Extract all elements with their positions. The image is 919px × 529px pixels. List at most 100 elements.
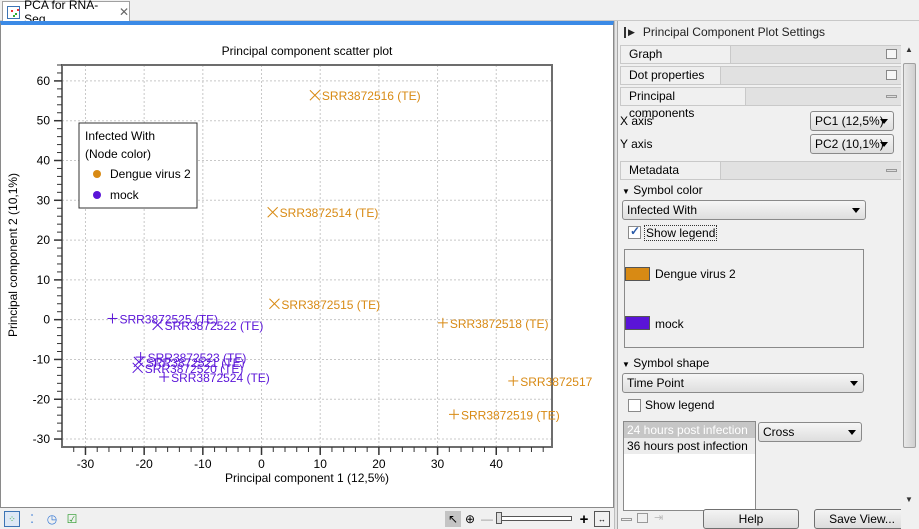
color-legend-label-mock: mock: [655, 317, 684, 331]
close-icon[interactable]: ✕: [119, 5, 129, 19]
chevron-down-icon: [850, 381, 858, 386]
legend-dot-mock: [93, 191, 101, 199]
symbol-shape-value: Time Point: [627, 376, 684, 390]
history-icon[interactable]: ◷: [44, 511, 60, 527]
show-legend-shape-label[interactable]: Show legend: [645, 398, 714, 412]
data-point[interactable]: SRR3872522 (TE): [152, 319, 264, 333]
scatter-plot-icon: [7, 5, 21, 19]
legend-dot-dengue: [93, 170, 101, 178]
zoom-in-tool-icon[interactable]: ⊕: [462, 511, 478, 527]
data-point[interactable]: SRR3872518 (TE): [437, 317, 549, 331]
section-label: Graph preferences: [621, 46, 731, 78]
x-tick-label: -20: [135, 457, 153, 471]
minimize-all-icon[interactable]: [621, 518, 632, 521]
point-label: SRR3872522 (TE): [165, 319, 264, 333]
pointer-tool-icon[interactable]: ↖: [445, 511, 461, 527]
y-axis-select[interactable]: PC2 (10,1%): [810, 134, 894, 154]
legend-title: Infected With: [85, 129, 155, 143]
help-button[interactable]: Help: [703, 509, 799, 529]
y-tick-label: 20: [37, 233, 51, 247]
panel-scrollbar[interactable]: ▲ ▼: [901, 43, 918, 529]
y-tick-label: 40: [37, 154, 51, 168]
show-legend-shape-checkbox[interactable]: [628, 399, 641, 412]
section-label: Principal components: [621, 88, 746, 120]
y-tick-label: -30: [33, 432, 51, 446]
axis-view-icon[interactable]: ⁚: [24, 511, 40, 527]
data-point[interactable]: SRR3872519 (TE): [449, 408, 560, 422]
expand-icon: ▼: [622, 360, 630, 369]
section-dot-properties[interactable]: Dot properties: [620, 66, 902, 85]
x-tick-label: 20: [372, 457, 386, 471]
data-point[interactable]: SRR3872524 (TE): [159, 371, 270, 385]
color-swatch-mock[interactable]: [625, 316, 650, 330]
folder-icon[interactable]: [886, 49, 897, 59]
section-label: Dot properties: [621, 67, 721, 84]
x-axis-label: Principal component 1 (12,5%): [225, 471, 389, 485]
chevron-down-icon: [852, 208, 860, 213]
save-view-button[interactable]: Save View...: [814, 509, 910, 529]
grid: [62, 65, 552, 447]
y-tick-label: 30: [37, 193, 51, 207]
shape-value: Cross: [763, 425, 795, 439]
x-tick-label: -30: [77, 457, 95, 471]
chevron-down-icon: [880, 119, 888, 124]
panel-header[interactable]: ▶ Principal Component Plot Settings: [618, 21, 919, 43]
fit-width-icon[interactable]: ↔: [594, 511, 610, 527]
y-axis-value: PC2 (10,1%): [815, 137, 884, 151]
section-metadata[interactable]: Metadata: [620, 161, 902, 180]
symbol-color-select[interactable]: Infected With: [622, 200, 866, 220]
color-swatch-dengue[interactable]: [625, 267, 650, 281]
point-label: SRR3872524 (TE): [171, 371, 270, 385]
shape-select[interactable]: Cross: [758, 422, 862, 442]
tab-bar: PCA for RNA-Seq ✕: [0, 0, 919, 26]
list-item[interactable]: 24 hours post infection: [624, 422, 755, 438]
y-tick-label: 50: [37, 114, 51, 128]
point-label: SRR3872517: [520, 375, 592, 389]
zoom-slider[interactable]: [498, 516, 572, 521]
minimize-icon[interactable]: [886, 95, 897, 98]
zoom-out-icon[interactable]: —: [479, 511, 495, 527]
zoom-slider-handle[interactable]: [496, 512, 502, 524]
dock-icon[interactable]: ⇥: [654, 511, 663, 524]
validate-icon[interactable]: ☑: [64, 511, 80, 527]
show-legend-color-label[interactable]: Show legend: [644, 225, 718, 241]
x-axis-select[interactable]: PC1 (12,5%): [810, 111, 894, 131]
y-axis-label: Y axis: [620, 137, 653, 151]
y-tick-label: 60: [37, 74, 51, 88]
section-label: Metadata: [621, 162, 721, 179]
point-label: SRR3872519 (TE): [461, 408, 560, 422]
minimize-icon[interactable]: [886, 169, 897, 172]
tab-pca-for-rna-seq[interactable]: PCA for RNA-Seq ✕: [2, 0, 130, 26]
folder-icon[interactable]: [886, 70, 897, 80]
data-point[interactable]: SRR3872517: [508, 375, 593, 389]
scroll-up-icon[interactable]: ▲: [905, 45, 913, 54]
zoom-plus-icon[interactable]: +: [576, 511, 592, 528]
scroll-thumb[interactable]: [903, 63, 916, 448]
symbol-color-label: Symbol color: [633, 183, 703, 197]
time-point-list[interactable]: 24 hours post infection 36 hours post in…: [623, 421, 756, 511]
section-principal-components[interactable]: Principal components: [620, 87, 902, 120]
section-graph-preferences[interactable]: Graph preferences: [620, 45, 902, 78]
x-tick-label: 40: [490, 457, 504, 471]
x-tick-label: -10: [194, 457, 212, 471]
symbol-shape-select[interactable]: Time Point: [622, 373, 864, 393]
data-point[interactable]: SRR3872516 (TE): [309, 89, 421, 103]
collapse-panel-icon[interactable]: ▶: [624, 26, 635, 38]
plot-frame: [61, 64, 553, 448]
scroll-down-icon[interactable]: ▼: [905, 495, 913, 504]
list-item[interactable]: 36 hours post infection: [624, 438, 755, 454]
data-point[interactable]: SRR3872514 (TE): [267, 206, 379, 220]
y-tick-label: -20: [33, 392, 51, 406]
x-tick-label: 10: [314, 457, 328, 471]
symbol-color-header[interactable]: ▼ Symbol color: [622, 183, 703, 197]
scatter-plot: -30 -20 -10 0 10 20 30 40 -30 -20 -10 0 10 20 30 40 50 60…: [6, 44, 593, 485]
data-point[interactable]: SRR3872515 (TE): [269, 298, 380, 312]
scatter-view-icon[interactable]: ⁘: [4, 511, 20, 527]
folder-all-icon[interactable]: [637, 513, 648, 523]
chart-title: Principal component scatter plot: [222, 44, 393, 58]
point-label: SRR3872515 (TE): [281, 298, 380, 312]
chevron-down-icon: [848, 430, 856, 435]
chart-legend: Infected With (Node color) Dengue virus …: [78, 122, 198, 209]
symbol-shape-header[interactable]: ▼ Symbol shape: [622, 356, 709, 370]
show-legend-color-checkbox[interactable]: [628, 224, 641, 239]
